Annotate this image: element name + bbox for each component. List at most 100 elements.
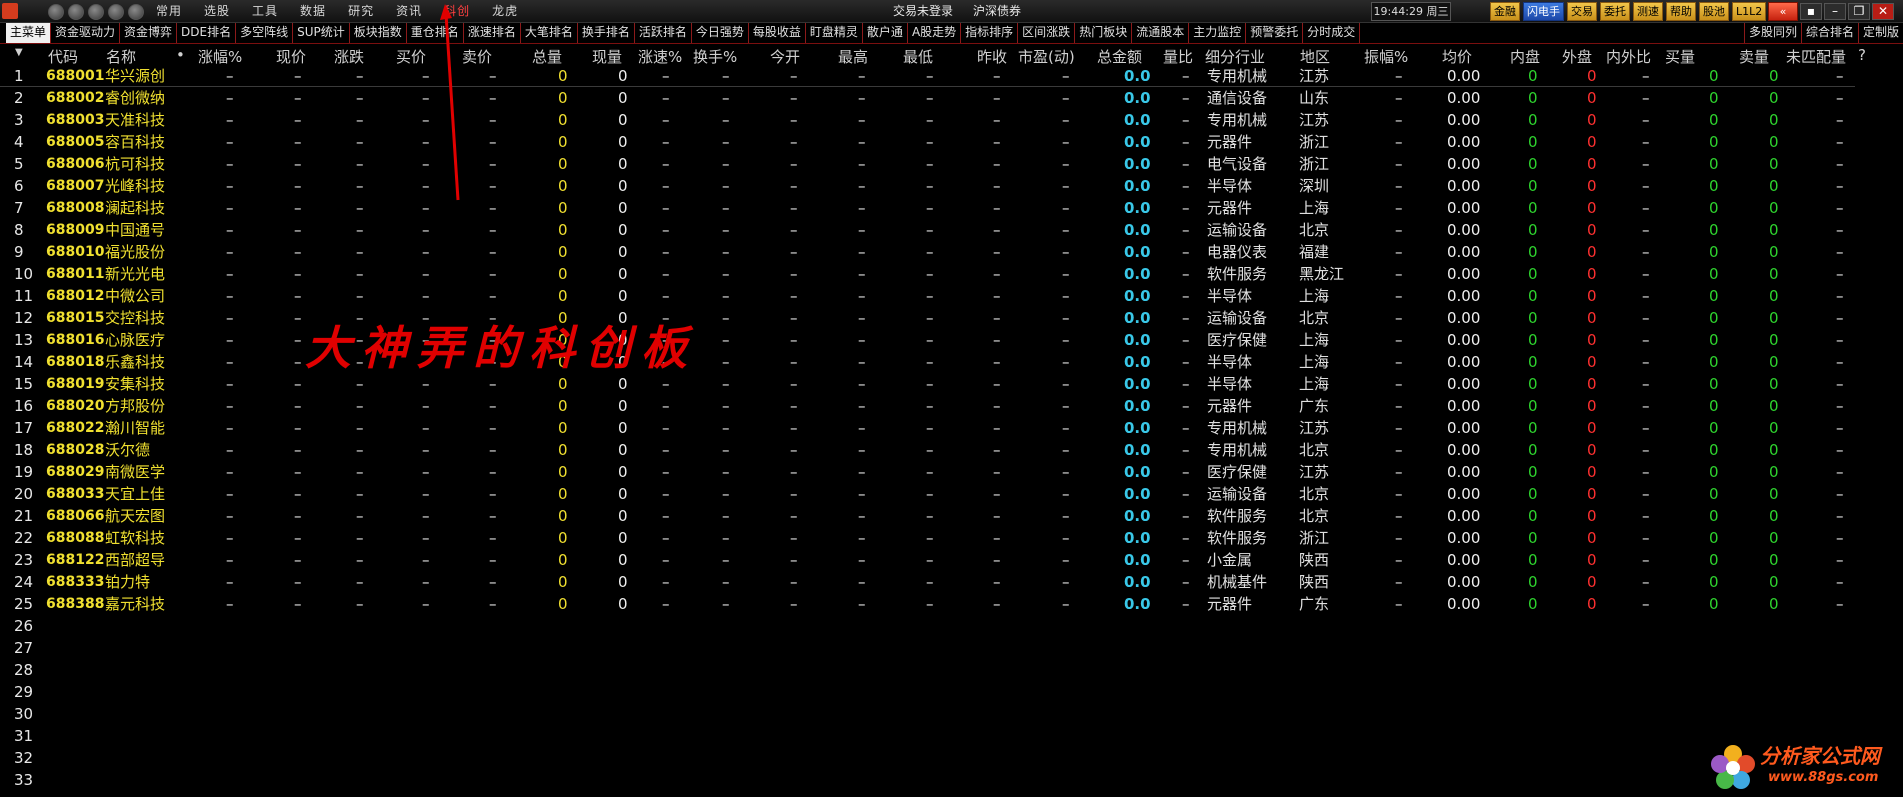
tab[interactable]: 多空阵线: [236, 23, 294, 43]
column-header[interactable]: 今开: [770, 46, 800, 67]
column-header[interactable]: 地区: [1300, 46, 1330, 67]
stock-name[interactable]: 天宜上佳: [105, 486, 165, 502]
table-row[interactable]: 17 688022 瀚川智能 – – – – – 0 0 – – – – – – – 0.0 – – 0.00 0 0 – 0 0…: [0, 417, 1903, 439]
column-header[interactable]: 涨幅%: [198, 46, 242, 67]
table-row[interactable]: 30: [0, 703, 1903, 725]
table-row[interactable]: 19 688029 南微医学 – – – – – 0 0 – – – – – – – 0.0 – – 0.00 0 0 – 0 0…: [0, 461, 1903, 483]
table-row[interactable]: 3 688003 天准科技 – – – – – 0 0 – – – – – – – 0.0 – – 0.00 0 0 – 0 0 –…: [0, 109, 1903, 131]
stock-name[interactable]: 杭可科技: [105, 156, 165, 172]
stock-code[interactable]: 688019: [46, 376, 104, 392]
column-header[interactable]: 细分行业: [1205, 46, 1265, 67]
stock-name[interactable]: 交控科技: [105, 310, 165, 326]
stock-name[interactable]: 安集科技: [105, 376, 165, 392]
nav-circle-icon[interactable]: [88, 4, 104, 20]
table-row[interactable]: 24 688333 铂力特 – – – – – 0 0 – – – – – – – 0.0 – – 0.00 0 0 – 0 0 –…: [0, 571, 1903, 593]
stock-code[interactable]: 688029: [46, 464, 104, 480]
trade-status[interactable]: 交易未登录: [893, 0, 953, 22]
menu-item[interactable]: 龙虎: [492, 0, 518, 22]
stock-name[interactable]: 航天宏图: [105, 508, 165, 524]
stock-code[interactable]: 688008: [46, 200, 104, 216]
tab[interactable]: 盯盘精灵: [806, 23, 863, 43]
tab[interactable]: 板块指数: [350, 23, 407, 43]
column-header[interactable]: 名称: [106, 46, 136, 67]
stock-name[interactable]: 新光光电: [105, 266, 165, 282]
stock-code[interactable]: 688001: [46, 68, 104, 84]
table-row[interactable]: 15 688019 安集科技 – – – – – 0 0 – – – – – – – 0.0 – – 0.00 0 0 – 0 0…: [0, 373, 1903, 395]
tab[interactable]: 每股收益: [749, 23, 806, 43]
nav-circle-icon[interactable]: [48, 4, 64, 20]
table-row[interactable]: 6 688007 光峰科技 – – – – – 0 0 – – – – – – – 0.0 – – 0.00 0 0 – 0 0 –…: [0, 175, 1903, 197]
stock-name[interactable]: 铂力特: [105, 574, 150, 590]
stock-code[interactable]: 688022: [46, 420, 104, 436]
nav-circle-icon[interactable]: [128, 4, 144, 20]
table-row[interactable]: 33: [0, 769, 1903, 791]
table-row[interactable]: 1 688001 华兴源创 – – – – – 0 0 – – – – – – – 0.0 – – 0.00 0 0 – 0 0 –…: [0, 65, 1903, 87]
table-row[interactable]: 18 688028 沃尔德 – – – – – 0 0 – – – – – – – 0.0 – – 0.00 0 0 – 0 0 –…: [0, 439, 1903, 461]
stock-code[interactable]: 688033: [46, 486, 104, 502]
toolbar-button[interactable]: 闪电手: [1523, 2, 1564, 21]
table-row[interactable]: 22 688088 虹软科技 – – – – – 0 0 – – – – – – – 0.0 – – 0.00 0 0 – 0 0…: [0, 527, 1903, 549]
tab[interactable]: 换手排名: [578, 23, 635, 43]
column-header[interactable]: 均价: [1442, 46, 1472, 67]
pin-icon[interactable]: ▪: [1800, 3, 1822, 20]
tab[interactable]: 活跃排名: [635, 23, 692, 43]
table-row[interactable]: 25 688388 嘉元科技 – – – – – 0 0 – – – – – – – 0.0 – – 0.00 0 0 – 0 0…: [0, 593, 1903, 615]
stock-name[interactable]: 心脉医疗: [105, 332, 165, 348]
menu-item[interactable]: 研究: [348, 0, 374, 22]
stock-name[interactable]: 方邦股份: [105, 398, 165, 414]
tab[interactable]: 综合排名: [1800, 23, 1858, 43]
stock-code[interactable]: 688020: [46, 398, 104, 414]
column-header[interactable]: 涨速%: [638, 46, 682, 67]
stock-name[interactable]: 华兴源创: [105, 68, 165, 84]
table-row[interactable]: 23 688122 西部超导 – – – – – 0 0 – – – – – – – 0.0 – – 0.00 0 0 – 0 0…: [0, 549, 1903, 571]
stock-code[interactable]: 688066: [46, 508, 104, 524]
stock-code[interactable]: 688333: [46, 574, 104, 590]
column-header[interactable]: 外盘: [1562, 46, 1592, 67]
stock-code[interactable]: 688003: [46, 112, 104, 128]
table-row[interactable]: 9 688010 福光股份 – – – – – 0 0 – – – – – – – 0.0 – – 0.00 0 0 – 0 0 –…: [0, 241, 1903, 263]
restore-icon[interactable]: ❐: [1848, 3, 1870, 20]
menu-item[interactable]: 资讯: [396, 0, 422, 22]
stock-name[interactable]: 南微医学: [105, 464, 165, 480]
table-row[interactable]: 12 688015 交控科技 – – – – –0 0– – – – – – –0.0– –0.00 0 0–0 0…: [0, 307, 1903, 329]
tab[interactable]: 主力监控: [1189, 23, 1247, 43]
column-header[interactable]: •: [176, 46, 185, 64]
table-row[interactable]: 4 688005 容百科技 – – – – – 0 0 – – – – – – – 0.0 – – 0.00 0 0 – 0 0 –…: [0, 131, 1903, 153]
stock-name[interactable]: 嘉元科技: [105, 596, 165, 612]
column-header[interactable]: 代码: [48, 46, 78, 67]
stock-name[interactable]: 瀚川智能: [105, 420, 165, 436]
column-header[interactable]: 最低: [903, 46, 933, 67]
stock-code[interactable]: 688011: [46, 266, 104, 282]
tab[interactable]: 主菜单: [6, 23, 52, 43]
tab[interactable]: 区间涨跌: [1018, 23, 1076, 43]
tab[interactable]: 定制版: [1857, 23, 1903, 43]
tab[interactable]: DDE排名: [177, 23, 237, 43]
stock-name[interactable]: 沃尔德: [105, 442, 150, 458]
tab[interactable]: 资金博弈: [120, 23, 178, 43]
table-row[interactable]: 27: [0, 637, 1903, 659]
table-row[interactable]: 2 688002 睿创微纳 – – – – – 0 0 – – – – – – – 0.0 – – 0.00 0 0 – 0 0 –…: [0, 87, 1903, 109]
stock-code[interactable]: 688122: [46, 552, 104, 568]
toolbar-button[interactable]: 交易: [1567, 2, 1597, 21]
column-header[interactable]: 总金额: [1097, 46, 1142, 67]
stock-code[interactable]: 688012: [46, 288, 104, 304]
table-row[interactable]: 26: [0, 615, 1903, 637]
table-row[interactable]: 21 688066 航天宏图 – – – – – 0 0 – – – – – – – 0.0 – – 0.00 0 0 – 0 0…: [0, 505, 1903, 527]
stock-name[interactable]: 乐鑫科技: [105, 354, 165, 370]
column-header[interactable]: 现价: [276, 46, 306, 67]
stock-name[interactable]: 中国通号: [105, 222, 165, 238]
stock-code[interactable]: 688005: [46, 134, 104, 150]
table-row[interactable]: 16 688020 方邦股份 – – – – – 0 0 – – – – – – – 0.0 – – 0.00 0 0 – 0 0…: [0, 395, 1903, 417]
stock-code[interactable]: 688007: [46, 178, 104, 194]
tab[interactable]: A股走势: [908, 23, 962, 43]
column-header[interactable]: 未匹配量: [1786, 46, 1846, 67]
table-row[interactable]: 13 688016 心脉医疗 – – – – –0 0– – – – – – –0.0– –0.00 0 0–0 0…: [0, 329, 1903, 351]
column-header[interactable]: 市盈(动): [1018, 46, 1075, 67]
tab[interactable]: 多股同列: [1743, 23, 1801, 43]
stock-name[interactable]: 虹软科技: [105, 530, 165, 546]
stock-name[interactable]: 福光股份: [105, 244, 165, 260]
minimize-icon[interactable]: –: [1824, 3, 1846, 20]
table-row[interactable]: 28: [0, 659, 1903, 681]
tab[interactable]: 热门板块: [1075, 23, 1133, 43]
menu-item[interactable]: 工具: [252, 0, 278, 22]
